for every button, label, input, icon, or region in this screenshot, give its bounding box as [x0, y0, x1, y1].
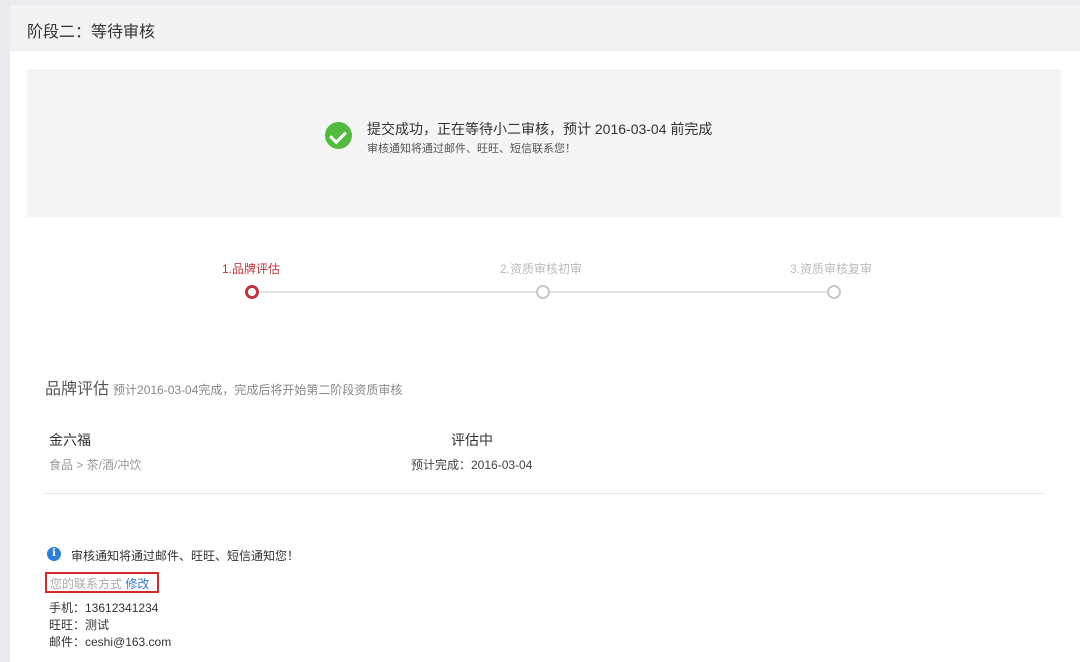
- brand-name: 金六福: [49, 430, 91, 450]
- page-title: 阶段二：等待审核: [27, 18, 155, 42]
- section-title: 品牌评估: [45, 381, 109, 398]
- contact-label: 您的联系方式: [50, 577, 122, 591]
- review-card: 阶段二：等待审核 提交成功，正在等待小二审核，预计 2016-03-04 前完成…: [10, 5, 1080, 662]
- section-desc: 预计2016-03-04完成，完成后将开始第二阶段资质审核: [113, 383, 402, 397]
- notice-subtitle: 审核通知将通过邮件、旺旺、短信联系您！: [367, 140, 576, 156]
- contact-box: 您的联系方式 修改: [45, 572, 159, 593]
- divider: [44, 493, 1044, 494]
- step-label: 2.资质审核初审: [500, 260, 582, 277]
- phone: 手机：13612341234: [49, 599, 158, 616]
- step-label: 1.品牌评估: [222, 260, 280, 277]
- brand-category: 食品 > 茶/酒/冲饮: [49, 456, 141, 473]
- status-text: 评估中: [451, 430, 493, 450]
- step-dot-active: [245, 285, 259, 299]
- step-dot: [536, 285, 550, 299]
- wangwang: 旺旺：测试: [49, 616, 109, 633]
- success-notice: 提交成功，正在等待小二审核，预计 2016-03-04 前完成 审核通知将通过邮…: [27, 69, 1061, 217]
- info-text: 审核通知将通过邮件、旺旺、短信通知您！: [71, 547, 299, 564]
- section-heading: 品牌评估预计2016-03-04完成，完成后将开始第二阶段资质审核: [45, 375, 402, 399]
- notice-title: 提交成功，正在等待小二审核，预计 2016-03-04 前完成: [367, 119, 712, 139]
- email: 邮件：ceshi@163.com: [49, 633, 171, 650]
- step-label: 3.资质审核复审: [790, 260, 872, 277]
- page-header: 阶段二：等待审核: [10, 5, 1080, 51]
- step-dot: [827, 285, 841, 299]
- edit-contact-link[interactable]: 修改: [125, 577, 149, 591]
- info-icon: i: [47, 547, 61, 561]
- check-circle-icon: [325, 122, 352, 149]
- due-date: 预计完成：2016-03-04: [411, 456, 532, 473]
